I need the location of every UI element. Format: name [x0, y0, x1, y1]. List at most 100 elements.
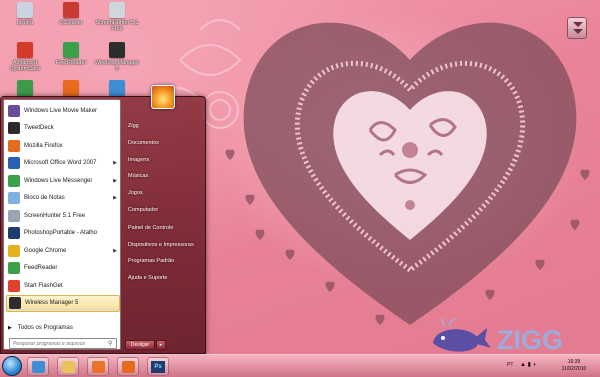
shutdown-options-button[interactable]: ▸ — [156, 340, 166, 350]
desktop-icon[interactable]: CCleaner — [48, 2, 94, 42]
all-programs-button[interactable]: ▶ Todos os Programas — [8, 322, 73, 334]
wireless-manager-icon — [9, 297, 21, 309]
search-icon[interactable]: ⚲ — [108, 340, 112, 347]
program-label: FeedReader — [24, 265, 58, 271]
all-programs-label: Todos os Programas — [17, 325, 73, 331]
program-label: PhotoshopPortable - Atalho — [24, 230, 98, 236]
user-picture-flower-icon[interactable] — [151, 85, 175, 109]
start-menu-program-item[interactable]: FeedReader — [6, 260, 120, 277]
whale-logo-icon — [433, 318, 491, 352]
start-menu-link[interactable]: Painel de Controle — [128, 225, 173, 231]
photoshop-icon: Ps — [151, 361, 165, 373]
recycle-bin-icon — [17, 2, 33, 18]
start-menu-program-item[interactable]: Mozilla Firefox — [6, 137, 120, 154]
start-menu-program-item[interactable]: Start FlashGet — [6, 277, 120, 294]
desktop-icon[interactable]: Wireless Manager 5 — [94, 42, 140, 82]
submenu-arrow-icon: ▶ — [113, 247, 117, 254]
flashget-icon — [8, 279, 20, 292]
feedreader-icon — [8, 262, 20, 274]
program-label: ScreenHunter 5.1 Free — [24, 212, 86, 219]
corner-scroll-widget[interactable] — [567, 17, 587, 39]
tray-icons[interactable]: ▲ ▮ ◖ — [520, 361, 536, 368]
desktop-icon-label: Advanced SystemCare — [9, 60, 41, 72]
desktop-icon[interactable]: Advanced SystemCare — [2, 42, 48, 82]
chevron-down-icon — [573, 29, 583, 34]
start-button-windows-icon[interactable] — [2, 356, 22, 376]
start-menu-program-item[interactable]: TweetDeck — [6, 120, 120, 137]
triangle-right-icon: ▶ — [8, 325, 12, 331]
start-menu-link[interactable]: Zigg — [128, 123, 139, 129]
start-menu-link[interactable]: Dispositivos e Impressoras — [128, 242, 194, 248]
program-label: Windows Live Messenger — [24, 177, 93, 184]
program-label: Wireless Manager 5 — [25, 300, 79, 306]
divider — [8, 309, 118, 310]
clock-date: 11/02/2010 — [561, 366, 587, 372]
start-menu-programs-pane: Windows Live Movie Maker TweetDeck Mozilla… — [3, 99, 121, 350]
desktop-icon-label: FeedReader — [55, 60, 87, 66]
start-menu-program-item[interactable]: Bloco de Notas ▶ — [6, 190, 120, 207]
chevron-down-icon — [573, 22, 583, 27]
desktop-icon[interactable]: Lixeira — [2, 2, 48, 42]
program-label: TweetDeck — [24, 125, 54, 131]
shutdown-button[interactable]: Desligar — [125, 340, 155, 350]
program-label: Mozilla Firefox — [24, 142, 63, 149]
taskbar-button[interactable] — [57, 357, 79, 376]
program-label: Bloco de Notas — [24, 195, 65, 201]
clock-time: 16:39 — [567, 359, 581, 365]
screenhunter-icon — [8, 209, 20, 222]
start-menu-link[interactable]: Ajuda e Suporte — [128, 275, 167, 281]
messenger-icon — [8, 174, 20, 187]
photoshop-icon — [8, 227, 20, 239]
start-menu-program-item[interactable]: PhotoshopPortable - Atalho — [6, 225, 120, 242]
app-icon — [17, 80, 33, 96]
windows-explorer-icon — [62, 361, 75, 373]
desktop-icon[interactable]: FeedReader — [48, 42, 94, 82]
firefox-icon — [8, 139, 20, 152]
tweetdeck-icon — [8, 122, 20, 134]
start-menu-link[interactable]: Documentos — [128, 140, 159, 146]
systemcare-icon — [17, 42, 33, 58]
submenu-arrow-icon: ▶ — [113, 177, 117, 184]
start-menu-link[interactable]: Imagens — [128, 157, 149, 163]
ccleaner-icon — [63, 2, 79, 18]
language-indicator[interactable]: PT — [507, 362, 513, 368]
firefox-icon — [122, 361, 135, 373]
taskbar-button[interactable] — [27, 357, 49, 376]
wireless-manager-icon — [109, 42, 125, 58]
program-label: Microsoft Office Word 2007 — [24, 160, 97, 166]
start-menu-program-item[interactable]: Windows Live Messenger ▶ — [6, 172, 120, 189]
app-icon — [63, 80, 79, 96]
notepad-icon — [8, 192, 20, 204]
start-menu-link[interactable]: Computador — [128, 207, 158, 213]
start-menu-program-item[interactable]: Microsoft Office Word 2007 ▶ — [6, 155, 120, 172]
start-menu-link[interactable]: Músicas — [128, 173, 148, 179]
chrome-icon — [8, 244, 20, 257]
start-search-input[interactable] — [9, 338, 117, 349]
desktop-icon-label: ScreenHunter 5.1 Free — [95, 20, 139, 32]
desktop-icon-label: CCleaner — [59, 20, 83, 26]
screenhunter-icon — [109, 2, 125, 18]
feedreader-icon — [63, 42, 79, 58]
taskbar-button[interactable] — [87, 357, 109, 376]
submenu-arrow-icon: ▶ — [113, 195, 117, 201]
taskbar-button[interactable] — [117, 357, 139, 376]
zigg-watermark: ZIGG — [433, 318, 563, 355]
program-label: Start FlashGet — [24, 282, 63, 289]
start-menu-program-item[interactable]: Windows Live Movie Maker — [6, 102, 120, 119]
internet-explorer-icon — [32, 361, 45, 373]
start-menu-link[interactable]: Programas Padrão — [128, 258, 174, 264]
program-label: Windows Live Movie Maker — [24, 107, 98, 114]
start-menu-program-item[interactable]: ScreenHunter 5.1 Free — [6, 207, 120, 224]
desktop-icon[interactable]: ScreenHunter 5.1 Free — [94, 2, 140, 42]
program-label: Google Chrome — [24, 247, 67, 254]
start-menu-link[interactable]: Jogos — [128, 190, 143, 196]
taskbar-button[interactable]: Ps — [147, 357, 169, 376]
desktop-icon-label: Lixeira — [16, 20, 34, 26]
start-menu-program-item[interactable]: Google Chrome ▶ — [6, 242, 120, 259]
app-icon — [109, 80, 125, 96]
media-player-icon — [92, 361, 105, 373]
movie-maker-icon — [8, 104, 20, 117]
clock[interactable]: 16:39 11/02/2010 — [554, 359, 594, 373]
watermark-text: ZIGG — [497, 325, 563, 355]
taskbar: Ps PT ▲ ▮ ◖ 16:39 11/02/2010 — [0, 354, 600, 377]
